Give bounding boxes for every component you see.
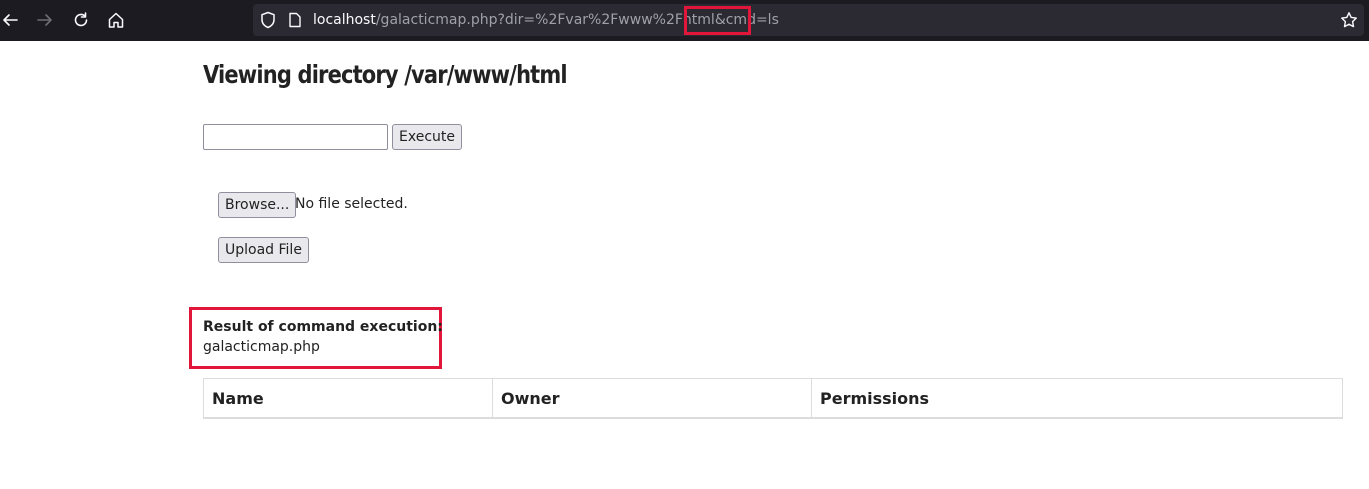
forward-arrow-icon[interactable] [33,8,57,32]
address-bar[interactable]: localhost/galacticmap.php?dir=%2Fvar%2Fw… [253,4,1364,36]
url-highlight-box [684,6,751,35]
result-label: Result of command execution: [203,319,443,335]
column-header-owner: Owner [492,378,812,419]
url-host: localhost [313,12,376,28]
result-value: galacticmap.php [203,339,320,355]
browse-button[interactable]: Browse... [218,192,297,218]
execute-button[interactable]: Execute [392,124,462,150]
result-highlight-box [189,307,442,369]
command-input[interactable] [203,124,388,150]
url-path: /galacticmap.php?dir=%2Fvar%2Fwww%2Fhtml [375,12,715,28]
page-title: Viewing directory /var/www/html [203,60,568,89]
page-icon[interactable] [287,12,303,28]
table-header-row: Name Owner Permissions [203,378,1343,419]
directory-table: Name Owner Permissions [203,378,1343,419]
file-status-text: No file selected. [295,196,408,212]
column-header-name: Name [203,378,493,419]
upload-file-button[interactable]: Upload File [218,237,309,263]
home-icon[interactable] [104,8,128,32]
column-header-permissions: Permissions [811,378,1343,419]
bookmark-star-icon[interactable] [1340,11,1358,29]
back-arrow-icon[interactable] [0,8,22,32]
shield-icon[interactable] [259,11,277,29]
reload-icon[interactable] [69,8,93,32]
